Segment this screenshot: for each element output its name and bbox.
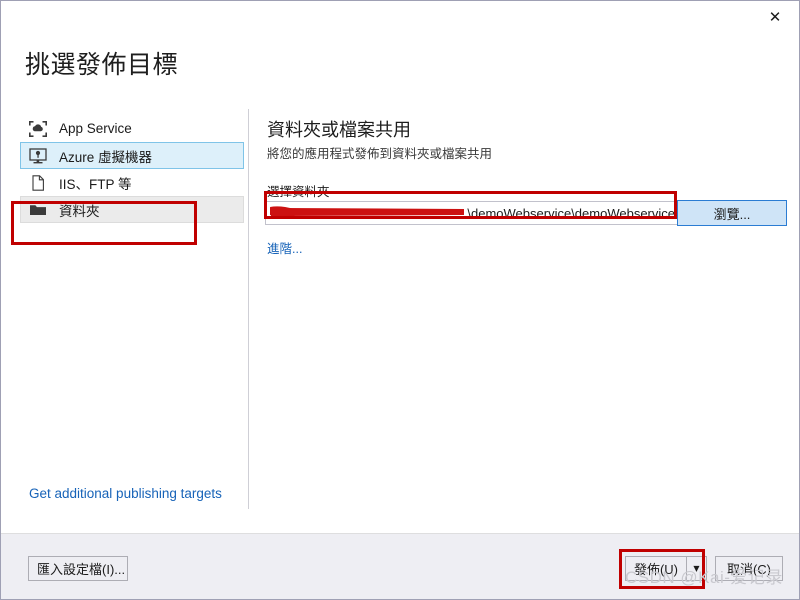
publish-split-button[interactable]: 發佈(U) ▼ (625, 556, 707, 581)
sidebar-item-folder[interactable]: 資料夾 (20, 196, 244, 223)
close-icon[interactable]: ✕ (755, 3, 795, 31)
choose-folder-label: 選擇資料夾 (267, 185, 330, 199)
folder-icon (27, 200, 49, 220)
folder-path-input[interactable] (265, 201, 680, 225)
folder-path-field-wrapper (265, 201, 680, 225)
publish-target-list: App Service Azure 虛擬機器 IIS、FTP 等 資料夾 (20, 115, 244, 223)
advanced-link[interactable]: 進階... (267, 238, 302, 257)
virtual-machine-icon (27, 146, 49, 166)
app-service-icon (27, 119, 49, 139)
dialog-body: App Service Azure 虛擬機器 IIS、FTP 等 資料夾 Get… (1, 101, 799, 534)
cancel-button[interactable]: 取消(C) (715, 556, 783, 581)
browse-button[interactable]: 瀏覽... (677, 200, 787, 226)
sidebar-item-app-service[interactable]: App Service (20, 115, 244, 142)
sidebar-item-label: 資料夾 (59, 203, 100, 219)
title-bar: ✕ (1, 1, 799, 35)
sidebar-item-label: IIS、FTP 等 (59, 176, 132, 192)
sidebar-item-label: App Service (59, 121, 132, 136)
get-additional-publishing-targets-link[interactable]: Get additional publishing targets (29, 486, 222, 501)
chevron-down-icon[interactable]: ▼ (686, 556, 707, 581)
document-icon (27, 173, 49, 193)
sidebar: App Service Azure 虛擬機器 IIS、FTP 等 資料夾 Get… (1, 101, 248, 534)
page-title: 挑選發佈目標 (25, 51, 179, 79)
panel-subheading: 將您的應用程式發佈到資料夾或檔案共用 (267, 147, 493, 161)
publish-target-dialog: ✕ 挑選發佈目標 App Service Azure 虛擬機器 IIS、FTP … (0, 0, 800, 600)
sidebar-item-label: Azure 虛擬機器 (59, 149, 153, 165)
folder-panel: 資料夾或檔案共用 將您的應用程式發佈到資料夾或檔案共用 選擇資料夾 瀏覽... … (249, 101, 799, 534)
import-profile-button[interactable]: 匯入設定檔(I)... (28, 556, 128, 581)
panel-heading: 資料夾或檔案共用 (267, 120, 411, 140)
sidebar-item-iis-ftp[interactable]: IIS、FTP 等 (20, 169, 244, 196)
publish-button[interactable]: 發佈(U) (625, 556, 686, 581)
sidebar-item-azure-vm[interactable]: Azure 虛擬機器 (20, 142, 244, 169)
dialog-footer: 匯入設定檔(I)... 發佈(U) ▼ 取消(C) (1, 533, 799, 599)
